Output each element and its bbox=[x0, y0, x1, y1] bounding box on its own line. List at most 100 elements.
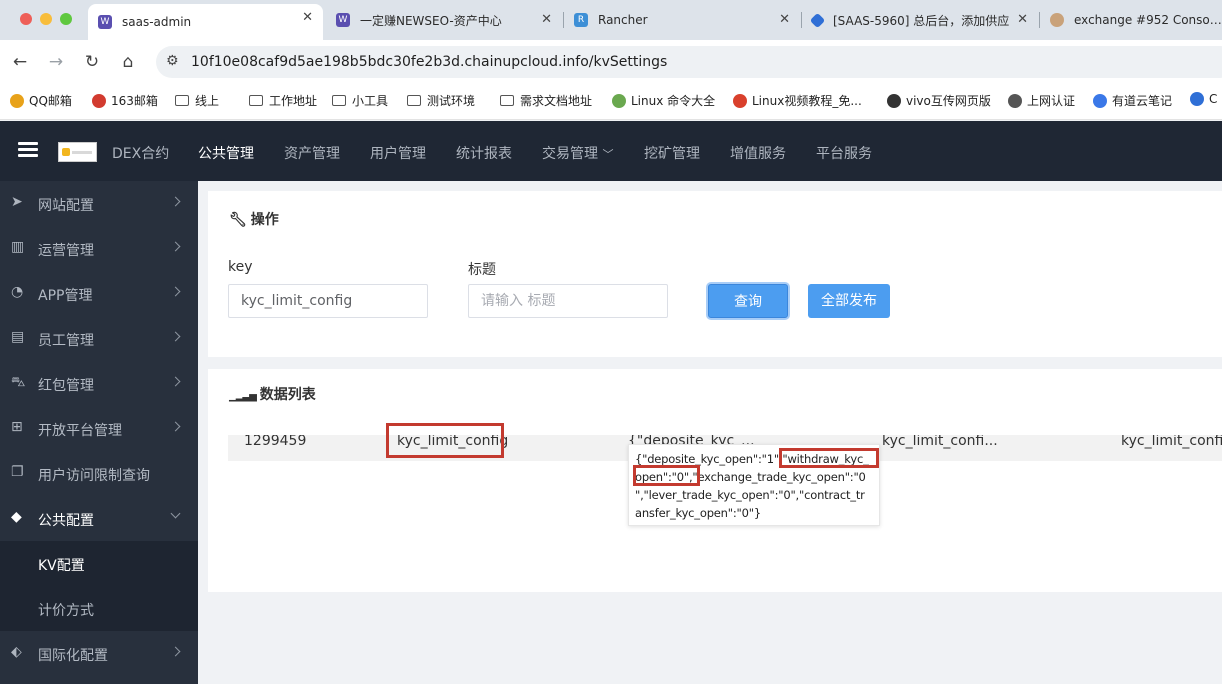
sidebar-item-label: 国际化配置 bbox=[38, 648, 108, 664]
query-button[interactable]: 查询 bbox=[708, 284, 788, 318]
browser-tab-saas-admin[interactable]: W saas-admin ✕ bbox=[88, 4, 323, 40]
sidebar-item-label: 红包管理 bbox=[38, 378, 94, 394]
operation-card-title: 🔧︎ 操作 bbox=[229, 209, 279, 229]
nav-value-added-services[interactable]: 增值服务 bbox=[730, 143, 786, 163]
bookmark-item[interactable]: 工作地址 bbox=[249, 92, 317, 109]
close-tab-icon[interactable]: ✕ bbox=[779, 12, 790, 27]
folder-icon bbox=[249, 95, 263, 106]
bookmark-favicon-icon bbox=[1190, 92, 1204, 106]
chevron-down-icon bbox=[170, 508, 181, 519]
nav-trade-management[interactable]: 交易管理 ﹀ bbox=[542, 143, 613, 163]
browser-tab-rancher[interactable]: R Rancher ✕ bbox=[564, 6, 800, 34]
bookmark-item[interactable]: 小工具 bbox=[332, 92, 388, 109]
jira-favicon-icon bbox=[809, 12, 826, 28]
sidebar-sub-item-label: 计价方式 bbox=[38, 603, 94, 619]
close-tab-icon[interactable]: ✕ bbox=[541, 12, 552, 27]
bookmark-label: 需求文档地址 bbox=[520, 94, 593, 108]
sidebar-item-open-platform[interactable]: ⊞ 开放平台管理 bbox=[0, 406, 198, 451]
browser-tab-jenkins[interactable]: exchange #952 Console [Je bbox=[1040, 6, 1222, 34]
url-omnibox[interactable]: ⚙ 10f10e08caf9d5ae198b5bdc30fe2b3d.chain… bbox=[156, 46, 1222, 78]
bookmarks-bar: QQ邮箱 163邮箱 线上 工作地址 小工具 测试环境 需求文档地址 Linux 命令大全 Li… bbox=[0, 84, 1222, 120]
bookmark-item[interactable]: 线上 bbox=[175, 92, 219, 109]
browser-tab-jira[interactable]: [SAAS-5960] 总后台，添加供应 ✕ bbox=[802, 6, 1038, 34]
nav-platform-services[interactable]: 平台服务 bbox=[816, 143, 872, 163]
cell-id: 1299459 bbox=[244, 435, 307, 449]
bookmark-label: Linux视频教程_免... bbox=[752, 94, 862, 108]
bookmark-item[interactable]: 上网认证 bbox=[1008, 92, 1075, 109]
grid-icon: ⊞ bbox=[11, 419, 23, 435]
rancher-favicon-icon: R bbox=[574, 13, 588, 27]
logo-mark bbox=[62, 148, 70, 156]
sidebar-item-i18n-config[interactable]: ⬖ 国际化配置 bbox=[0, 631, 198, 676]
chevron-right-icon bbox=[170, 376, 181, 387]
sidebar-item-public-config[interactable]: ◆ 公共配置 bbox=[0, 496, 198, 541]
bookmark-label: 小工具 bbox=[352, 94, 389, 108]
menu-toggle-icon[interactable] bbox=[18, 142, 38, 160]
sidebar-item-website-config[interactable]: ➤ 网站配置 bbox=[0, 181, 198, 226]
sidebar-sub-item-kv-config[interactable]: KV配置 bbox=[0, 541, 198, 586]
sidebar-item-access-limit[interactable]: ❐ 用户访问限制查询 bbox=[0, 451, 198, 496]
bookmark-label: 线上 bbox=[195, 94, 220, 108]
bookmark-item[interactable]: C bbox=[1190, 92, 1217, 106]
maximize-window-button[interactable] bbox=[60, 13, 72, 25]
bookmark-item[interactable]: 有道云笔记 bbox=[1093, 92, 1172, 109]
close-window-button[interactable] bbox=[20, 13, 32, 25]
minimize-window-button[interactable] bbox=[40, 13, 52, 25]
publish-all-button[interactable]: 全部发布 bbox=[808, 284, 890, 318]
send-icon: ➤ bbox=[11, 194, 23, 210]
tooltip-line: ansfer_kyc_open":"0"} bbox=[635, 506, 761, 520]
tab-title: saas-admin bbox=[122, 15, 192, 29]
chevron-down-icon: ﹀ bbox=[602, 148, 614, 161]
chevron-right-icon bbox=[170, 331, 181, 342]
reload-icon[interactable]: ↻ bbox=[82, 52, 102, 72]
key-input[interactable] bbox=[228, 284, 428, 318]
nav-statistics-report[interactable]: 统计报表 bbox=[456, 143, 512, 163]
bookmark-favicon-icon bbox=[92, 93, 106, 108]
bookmark-item[interactable]: 测试环境 bbox=[407, 92, 475, 109]
sidebar-item-label: 运营管理 bbox=[38, 243, 94, 259]
nav-mining-management[interactable]: 挖矿管理 bbox=[644, 143, 700, 163]
sidebar-item-red-packet[interactable]: ⛍ 红包管理 bbox=[0, 361, 198, 406]
tag-icon: ⬖ bbox=[11, 644, 22, 660]
close-tab-icon[interactable]: ✕ bbox=[302, 10, 313, 25]
bookmark-item[interactable]: 需求文档地址 bbox=[500, 92, 592, 109]
data-list-card-title: ▁▂▃▅ 数据列表 bbox=[229, 384, 316, 404]
nav-user-management[interactable]: 用户管理 bbox=[370, 143, 426, 163]
chevron-right-icon bbox=[170, 421, 181, 432]
bookmark-item[interactable]: vivo互传网页版 bbox=[887, 92, 991, 109]
browser-tab-newseo[interactable]: W 一定赚NEWSEO-资产中心 ✕ bbox=[326, 6, 562, 34]
sidebar-item-operations[interactable]: ▥ 运营管理 bbox=[0, 226, 198, 271]
tooltip-line: ","lever_trade_kyc_open":"0","contract_t… bbox=[635, 488, 865, 502]
bookmark-item[interactable]: QQ邮箱 bbox=[10, 92, 72, 109]
forward-arrow-icon[interactable]: → bbox=[46, 52, 66, 72]
logo-wordmark bbox=[72, 151, 92, 154]
annotation-box-key bbox=[386, 423, 504, 458]
sidebar-item-staff[interactable]: ▤ 员工管理 bbox=[0, 316, 198, 361]
nav-dex-contract[interactable]: DEX合约 bbox=[112, 143, 169, 163]
bookmark-item[interactable]: Linux视频教程_免... bbox=[733, 92, 862, 109]
sidebar-item-app-management[interactable]: ◔ APP管理 bbox=[0, 271, 198, 316]
book-icon: ▤ bbox=[11, 329, 25, 345]
site-settings-icon[interactable]: ⚙ bbox=[166, 53, 179, 69]
bookmark-favicon-icon bbox=[1008, 93, 1022, 108]
annotation-box-open-zero bbox=[633, 465, 700, 486]
wrench-icon: 🔧︎ bbox=[229, 212, 247, 228]
nav-public-management[interactable]: 公共管理 bbox=[198, 143, 254, 163]
brand-logo[interactable] bbox=[58, 142, 97, 162]
nav-asset-management[interactable]: 资产管理 bbox=[284, 143, 340, 163]
close-tab-icon[interactable]: ✕ bbox=[1017, 12, 1028, 27]
folder-icon bbox=[332, 95, 346, 106]
home-icon[interactable]: ⌂ bbox=[118, 52, 138, 72]
tab-title: [SAAS-5960] 总后台，添加供应 bbox=[833, 13, 1010, 28]
title-input[interactable] bbox=[468, 284, 668, 318]
bookmark-item[interactable]: 163邮箱 bbox=[92, 92, 158, 109]
chevron-right-icon bbox=[170, 286, 181, 297]
bookmark-item[interactable]: Linux 命令大全 bbox=[612, 92, 715, 109]
bookmark-label: Linux 命令大全 bbox=[631, 94, 716, 108]
bookmark-label: 上网认证 bbox=[1027, 94, 1076, 108]
back-arrow-icon[interactable]: ← bbox=[10, 52, 30, 72]
cell-title: kyc_limit_confi... bbox=[882, 435, 998, 449]
folder-icon bbox=[175, 95, 189, 106]
sidebar-sub-item-pricing[interactable]: 计价方式 bbox=[0, 586, 198, 631]
sidebar-sub-item-label: KV配置 bbox=[38, 558, 85, 574]
